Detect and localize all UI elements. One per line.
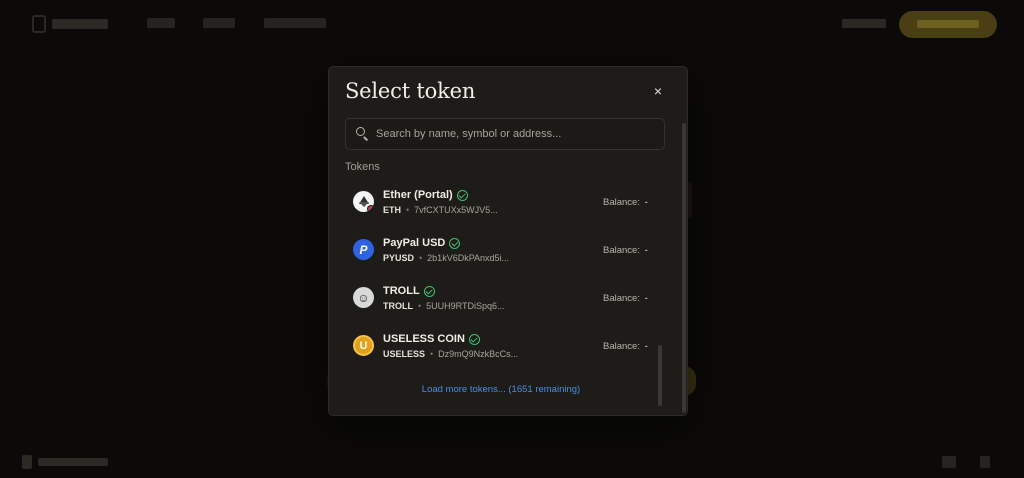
token-list-scrollbar[interactable] [658,345,662,406]
token-name: TROLL [383,285,435,297]
search-field[interactable] [345,118,665,150]
token-row-troll[interactable]: ☺ TROLL TROLL • 5UUH9RTDiSpq6... Balance… [345,275,660,323]
separator-dot: • [419,253,423,263]
background-header [0,0,1024,50]
select-token-modal: Select token × Tokens Ether (Portal) ETH… [328,66,688,416]
troll-face-icon: ☺ [353,287,374,308]
balance-label: Balance: [603,245,640,256]
useless-coin-icon: U [353,335,374,356]
signin-placeholder [842,19,886,28]
nav-item-placeholder [264,18,326,28]
modal-scrollbar[interactable] [682,123,686,413]
token-list: Ether (Portal) ETH • 7vfCXTUXx5WJV5... B… [345,179,660,371]
balance-value: - [644,293,648,304]
token-name-text: TROLL [383,285,420,297]
verified-icon [423,285,435,297]
paypal-logo-icon: P [353,239,374,260]
search-icon [356,127,370,141]
token-address: Dz9mQ9NzkBcCs... [438,349,519,359]
modal-title: Select token [345,79,476,103]
token-name-text: PayPal USD [383,237,446,249]
nav-item-placeholder [203,18,235,28]
separator-dot: • [430,349,434,359]
balance-value: - [644,197,648,208]
tokens-section-label: Tokens [345,161,380,173]
ether-logo-icon [353,191,374,212]
footer-icon [980,456,990,468]
token-address: 7vfCXTUXx5WJV5... [414,205,498,215]
token-row-eth[interactable]: Ether (Portal) ETH • 7vfCXTUXx5WJV5... B… [345,179,660,227]
token-symbol: ETH [383,205,401,215]
token-name-text: USELESS COIN [383,333,465,345]
verified-icon [456,189,468,201]
token-row-pyusd[interactable]: P PayPal USD PYUSD • 2b1kV6DkPAnxd5i... … [345,227,660,275]
token-name: PayPal USD [383,237,461,249]
token-details: ETH • 7vfCXTUXx5WJV5... [383,205,498,215]
token-balance: Balance: - [603,197,648,208]
balance-label: Balance: [603,293,640,304]
load-more-tokens-link[interactable]: Load more tokens... (1651 remaining) [329,384,673,395]
token-name-text: Ether (Portal) [383,189,453,201]
token-symbol: PYUSD [383,253,415,263]
balance-value: - [644,341,648,352]
footer-logo [22,454,120,470]
balance-value: - [644,245,648,256]
close-button[interactable]: × [649,82,667,100]
verified-icon [449,237,461,249]
balance-label: Balance: [603,341,640,352]
token-details: USELESS • Dz9mQ9NzkBcCs... [383,349,518,359]
token-details: PYUSD • 2b1kV6DkPAnxd5i... [383,253,509,263]
header-cta-button [899,11,997,38]
separator-dot: • [406,205,410,215]
token-balance: Balance: - [603,293,648,304]
token-symbol: USELESS [383,349,426,359]
token-row-useless[interactable]: U USELESS COIN USELESS • Dz9mQ9NzkBcCs..… [345,323,660,371]
token-balance: Balance: - [603,245,648,256]
token-address: 2b1kV6DkPAnxd5i... [427,253,510,263]
verified-icon [468,333,480,345]
token-name: Ether (Portal) [383,189,468,201]
token-balance: Balance: - [603,341,648,352]
token-name: USELESS COIN [383,333,480,345]
separator-dot: • [418,301,422,311]
token-details: TROLL • 5UUH9RTDiSpq6... [383,301,505,311]
balance-label: Balance: [603,197,640,208]
nav-item-placeholder [147,18,175,28]
app-logo [32,14,112,34]
footer-icon [942,456,956,468]
token-address: 5UUH9RTDiSpq6... [426,301,505,311]
search-input[interactable] [376,119,664,149]
close-icon: × [653,83,663,99]
token-symbol: TROLL [383,301,413,311]
